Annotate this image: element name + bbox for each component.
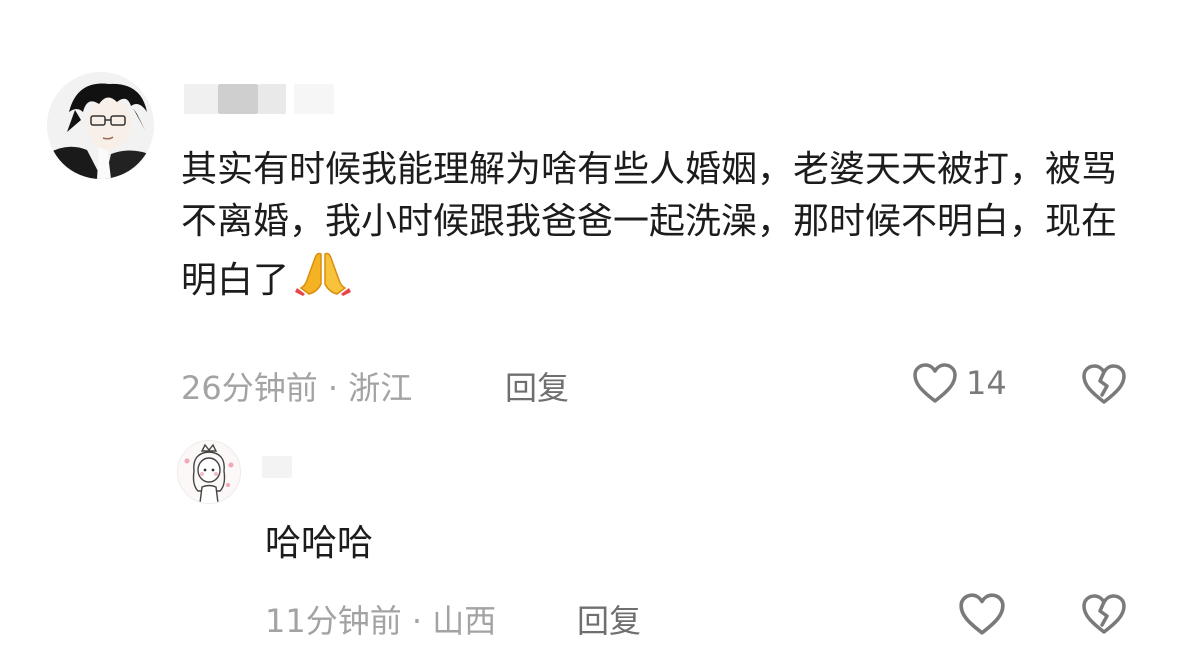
comment-time-location: 26分钟前 · 浙江 bbox=[181, 369, 413, 407]
reply-like-button[interactable] bbox=[958, 592, 1010, 664]
broken-heart-icon bbox=[1082, 364, 1126, 404]
comment-like-button[interactable]: 14 bbox=[912, 362, 1007, 404]
folded-hands-emoji-icon bbox=[295, 248, 352, 311]
commenter-username-redacted[interactable] bbox=[184, 84, 334, 114]
heart-outline-icon bbox=[959, 593, 1005, 635]
comment-reply-button[interactable]: 回复 bbox=[505, 363, 569, 409]
anime-character-avatar-icon bbox=[47, 72, 154, 179]
princess-cartoon-avatar-icon bbox=[178, 441, 240, 503]
reply-dislike-button[interactable] bbox=[1080, 592, 1132, 664]
comment-like-count: 14 bbox=[966, 364, 1007, 402]
reply-time-location: 11分钟前 · 山西 bbox=[265, 602, 497, 640]
commenter-avatar[interactable] bbox=[47, 72, 154, 179]
broken-heart-icon bbox=[1082, 594, 1126, 634]
comment-dislike-button[interactable] bbox=[1080, 362, 1128, 410]
reply-reply-button[interactable]: 回复 bbox=[577, 596, 641, 642]
replier-username-redacted[interactable] bbox=[262, 456, 292, 478]
comment-text: 其实有时候我能理解为啥有些人婚姻，老婆天天被打，被骂不离婚，我小时候跟我爸爸一起… bbox=[181, 144, 1131, 311]
heart-outline-icon bbox=[913, 363, 957, 403]
reply-text: 哈哈哈 bbox=[265, 523, 374, 564]
replier-avatar[interactable] bbox=[177, 440, 241, 504]
